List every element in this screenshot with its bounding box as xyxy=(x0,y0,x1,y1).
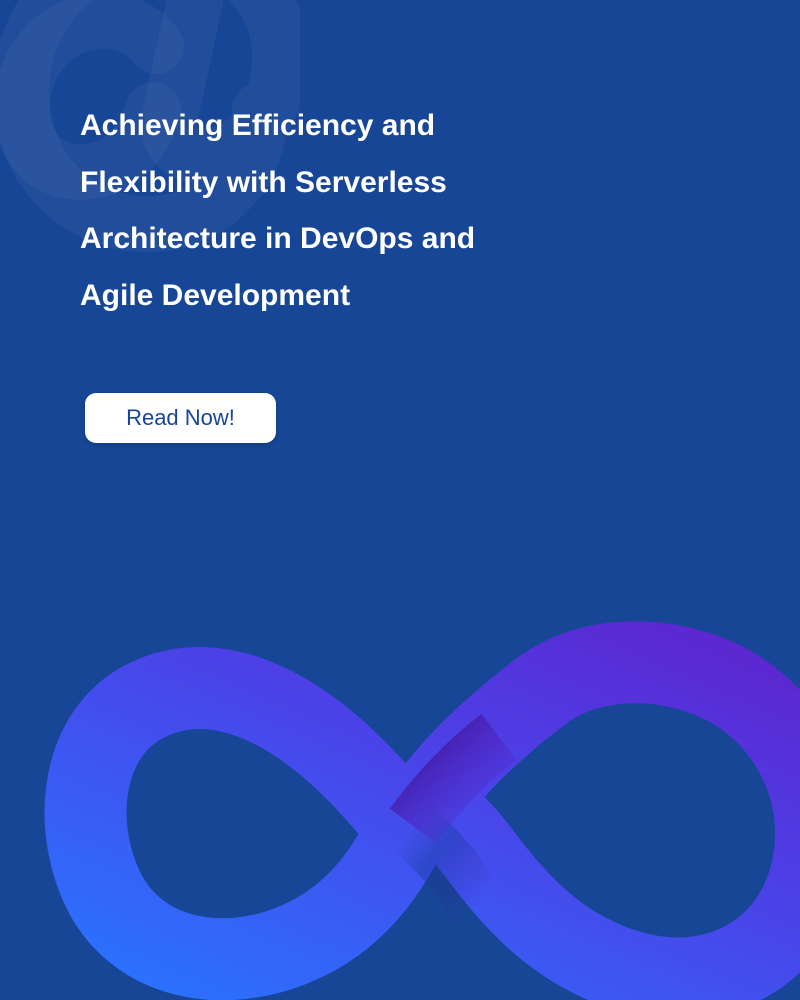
headline-line: Achieving Efficiency and xyxy=(80,109,436,142)
promo-banner: Achieving Efficiency and Flexibility wit… xyxy=(0,0,800,1000)
headline-line: Agile Development xyxy=(80,278,351,312)
headline-line: Architecture in DevOps and xyxy=(80,222,476,255)
infinity-upper-crossing-shadow xyxy=(389,713,517,844)
headline-line: Flexibility with Serverless xyxy=(80,165,447,199)
article-headline: Achieving Efficiency and Flexibility wit… xyxy=(80,98,620,324)
infinity-lower-crossing-shadow xyxy=(383,799,505,933)
read-now-button[interactable]: Read Now! xyxy=(85,393,276,443)
infinity-loop-icon xyxy=(44,621,800,1000)
infinity-loop-band xyxy=(44,621,800,1000)
